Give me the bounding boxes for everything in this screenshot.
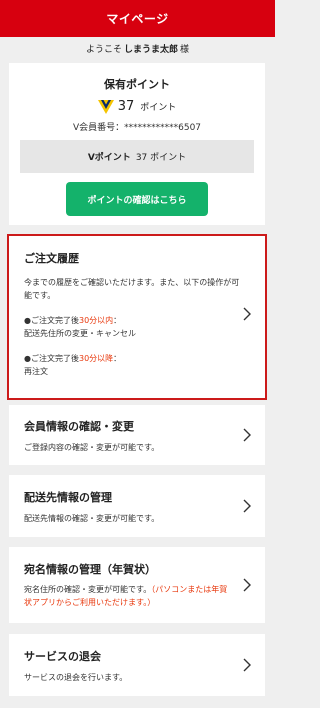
member-info-title: 会員情報の確認・変更 xyxy=(24,420,134,433)
address-desc-text: 宛名住所の確認・変更が可能です。 xyxy=(24,585,152,594)
after-suffix: ： xyxy=(113,354,122,363)
points-card: 保有ポイント 37 ポイント V会員番号：************6507 Vポ… xyxy=(9,63,265,225)
points-amount: 37 xyxy=(117,99,135,114)
page-title: マイページ xyxy=(106,12,169,26)
chevron-right-icon xyxy=(243,499,251,513)
welcome-message: ようこそ しまうま太郎 様 xyxy=(0,37,275,59)
after-prefix: ●ご注文完了後 xyxy=(24,354,79,363)
vpoint-summary: Vポイント 37 ポイント xyxy=(20,140,254,173)
delivery-card[interactable]: 配送先情報の管理 配送先情報の確認・変更が可能です。 xyxy=(9,475,265,537)
withdraw-desc: サービスの退会を行います。 xyxy=(24,673,128,682)
withdraw-card[interactable]: サービスの退会 サービスの退会を行います。 xyxy=(9,634,265,696)
page-header: マイページ xyxy=(0,0,275,37)
vpoint-label: Vポイント xyxy=(87,153,131,163)
points-confirm-button[interactable]: ポイントの確認はこちら xyxy=(66,182,208,216)
welcome-suffix: 様 xyxy=(180,44,190,55)
points-row: 37 ポイント xyxy=(9,99,265,114)
delivery-desc: 配送先情報の確認・変更が可能です。 xyxy=(24,514,160,523)
user-name: しまうま太郎 xyxy=(123,44,178,55)
order-within-rule: ●ご注文完了後30分以内： xyxy=(24,314,250,327)
within-suffix: ： xyxy=(113,316,122,325)
order-history-desc: 今までの履歴をご確認いただけます。また、以下の操作が可能です。 xyxy=(24,278,240,300)
chevron-right-icon xyxy=(243,658,251,672)
chevron-right-icon xyxy=(243,428,251,442)
withdraw-title: サービスの退会 xyxy=(24,650,101,663)
chevron-right-icon xyxy=(243,307,251,321)
delivery-title: 配送先情報の管理 xyxy=(24,491,112,504)
points-unit: ポイント xyxy=(140,103,177,113)
address-card[interactable]: 宛名情報の管理（年賀状） 宛名住所の確認・変更が可能です。（パソコンまたは年賀状… xyxy=(9,547,265,623)
points-title: 保有ポイント xyxy=(104,78,170,91)
after-action: 再注文 xyxy=(24,367,48,376)
address-desc: 宛名住所の確認・変更が可能です。（パソコンまたは年賀状アプリからご利用いただけま… xyxy=(24,583,234,609)
v-point-logo-icon xyxy=(97,99,114,114)
after-highlight: 30分以降 xyxy=(78,354,114,363)
within-highlight: 30分以内 xyxy=(78,316,114,325)
within-action: 配送先住所の変更・キャンセル xyxy=(24,329,136,338)
welcome-prefix: ようこそ xyxy=(85,44,122,55)
vpoint-value: 37 ポイント xyxy=(135,153,187,163)
member-number: V会員番号：************6507 xyxy=(72,123,202,133)
order-history-card[interactable]: ご注文履歴 今までの履歴をご確認いただけます。また、以下の操作が可能です。 ●ご… xyxy=(7,234,267,400)
within-prefix: ●ご注文完了後 xyxy=(24,316,79,325)
member-info-card[interactable]: 会員情報の確認・変更 ご登録内容の確認・変更が可能です。 xyxy=(9,405,265,465)
chevron-right-icon xyxy=(243,578,251,592)
member-info-desc: ご登録内容の確認・変更が可能です。 xyxy=(24,443,160,452)
order-history-title: ご注文履歴 xyxy=(24,252,79,265)
order-after-rule: ●ご注文完了後30分以降： xyxy=(24,352,250,365)
address-title: 宛名情報の管理（年賀状） xyxy=(24,563,156,576)
